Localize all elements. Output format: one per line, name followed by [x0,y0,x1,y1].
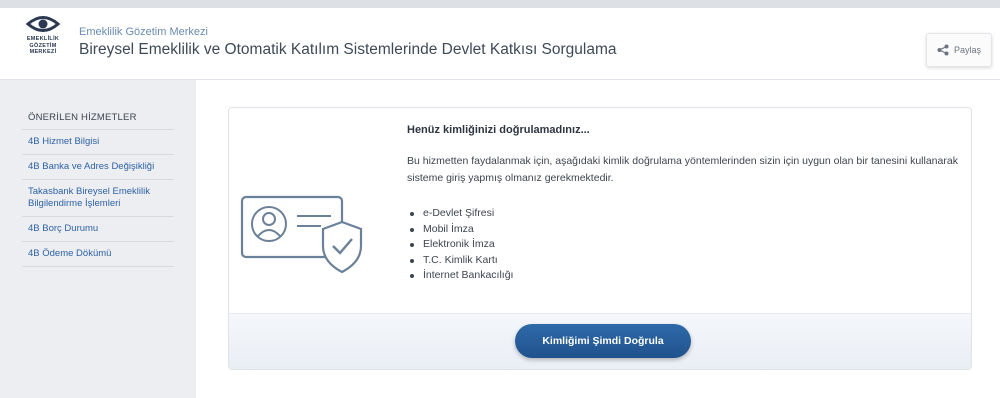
sidebar-item-4b-odeme-dokumu[interactable]: 4B Ödeme Dökümü [22,241,174,266]
list-item: T.C. Kimlik Kartı [407,253,513,269]
list-item: e-Devlet Şifresi [407,206,513,222]
sidebar: ÖNERİLEN HİZMETLER 4B Hizmet Bilgisi 4B … [0,80,196,398]
id-card-shield-icon [240,195,363,274]
card-title: Henüz kimliğinizi doğrulamadınız... [407,124,590,136]
sidebar-item-4b-hizmet-bilgisi[interactable]: 4B Hizmet Bilgisi [22,129,174,154]
verification-card: Henüz kimliğinizi doğrulamadınız... Bu h… [228,107,972,370]
page-header: EMEKLİLİK GÖZETİM MERKEZİ Emeklilik Göze… [0,8,1000,80]
verification-methods: e-Devlet Şifresi Mobil İmza Elektronik İ… [407,206,513,284]
card-description: Bu hizmetten faydalanmak için, aşağıdaki… [407,155,958,184]
eye-logo-icon [25,16,61,32]
share-button[interactable]: Paylaş [926,33,992,67]
list-item: Elektronik İmza [407,237,513,253]
sidebar-divider [22,266,174,267]
site-name[interactable]: Emeklilik Gözetim Merkezi [79,26,208,38]
sidebar-item-4b-borc-durumu[interactable]: 4B Borç Durumu [22,216,174,241]
list-item: İnternet Bankacılığı [407,268,513,284]
logo-text: EMEKLİLİK GÖZETİM MERKEZİ [26,36,60,55]
site-logo[interactable]: EMEKLİLİK GÖZETİM MERKEZİ [16,14,70,76]
sidebar-item-4b-banka-adres[interactable]: 4B Banka ve Adres Değişikliği [22,154,174,179]
sidebar-heading: ÖNERİLEN HİZMETLER [28,112,137,123]
list-item: Mobil İmza [407,222,513,238]
share-icon [937,44,949,56]
top-strip [0,0,1000,8]
recommended-services: ÖNERİLEN HİZMETLER 4B Hizmet Bilgisi 4B … [22,108,174,267]
page-title: Bireysel Emeklilik ve Otomatik Katılım S… [79,41,617,58]
main-content: Henüz kimliğinizi doğrulamadınız... Bu h… [196,80,1000,398]
sidebar-item-takasbank[interactable]: Takasbank Bireysel Emeklilik Bilgilendir… [22,179,174,216]
verify-identity-button[interactable]: Kimliğimi Şimdi Doğrula [515,324,691,358]
share-label: Paylaş [953,45,981,55]
